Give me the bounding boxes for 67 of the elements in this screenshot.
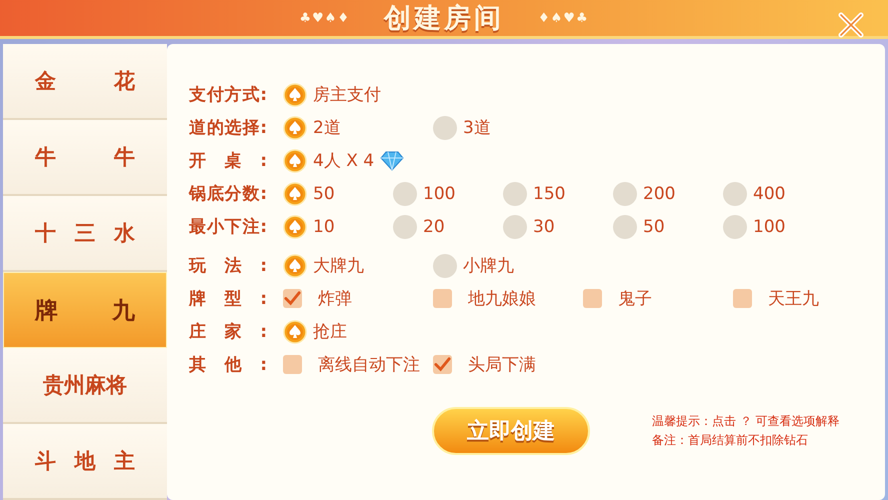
option-text: 10 [313, 216, 335, 236]
radio-button[interactable] [613, 182, 637, 206]
option-text: 头局下满 [468, 354, 536, 376]
suit-ornament: ♦♠♥♣ [538, 10, 589, 26]
option-text: 4人 X 4 [313, 150, 374, 172]
checkbox[interactable] [433, 355, 452, 374]
checkbox[interactable] [433, 289, 452, 308]
note-text: 备注：首局结算前不扣除钻石 [652, 432, 809, 449]
option-text: 400 [753, 184, 786, 204]
game-tab[interactable]: 十三水 [3, 196, 167, 272]
radio-button[interactable] [723, 214, 747, 238]
option-label: 支付方式: [189, 84, 267, 106]
checkbox[interactable] [283, 355, 302, 374]
option-text: 50 [643, 216, 665, 236]
spade-radio-icon[interactable] [283, 320, 307, 344]
spade-radio-icon[interactable] [283, 214, 307, 238]
checkbox[interactable] [583, 289, 602, 308]
option-label: 其他: [189, 354, 267, 376]
option-text: 100 [753, 216, 786, 236]
option-text: 2道 [313, 117, 341, 139]
game-tab[interactable]: 牛牛 [3, 120, 167, 196]
game-tab[interactable]: 斗地主 [3, 424, 167, 500]
option-text: 离线自动下注 [318, 354, 420, 376]
radio-button[interactable] [433, 254, 457, 278]
option-text: 天王九 [768, 288, 819, 310]
option-text: 大牌九 [313, 255, 364, 277]
option-text: 30 [533, 216, 555, 236]
option-text: 150 [533, 184, 566, 204]
option-text: 3道 [463, 117, 491, 139]
option-label: 开桌: [189, 150, 267, 172]
option-text: 鬼子 [618, 288, 652, 310]
option-label: 道的选择: [189, 117, 267, 139]
radio-button[interactable] [613, 214, 637, 238]
close-icon[interactable] [836, 10, 866, 40]
spade-radio-icon[interactable] [283, 148, 307, 172]
radio-button[interactable] [433, 116, 457, 140]
spade-radio-icon[interactable] [283, 182, 307, 206]
option-text: 房主支付 [313, 84, 381, 106]
option-text: 炸弹 [318, 288, 352, 310]
radio-button[interactable] [393, 214, 417, 238]
game-tab[interactable]: 牌九 [3, 272, 167, 348]
option-text: 抢庄 [313, 321, 347, 343]
radio-button[interactable] [503, 182, 527, 206]
option-label: 庄家: [189, 321, 267, 343]
spade-radio-icon[interactable] [283, 254, 307, 278]
option-label: 牌型: [189, 288, 267, 310]
option-label: 锅底分数: [189, 183, 267, 205]
option-text: 50 [313, 184, 335, 204]
game-tab[interactable]: 贵州麻将 [3, 348, 167, 424]
option-label: 玩法: [189, 255, 267, 277]
option-text: 小牌九 [463, 255, 514, 277]
spade-radio-icon[interactable] [283, 82, 307, 106]
option-label: 最小下注: [189, 216, 267, 238]
radio-button[interactable] [503, 214, 527, 238]
window-title: 创建房间 [384, 2, 504, 36]
radio-button[interactable] [393, 182, 417, 206]
option-text: 100 [423, 184, 456, 204]
note-text: 温馨提示：点击 ？ 可查看选项解释 [652, 413, 840, 430]
suit-ornament: ♣♥♠♦ [299, 10, 350, 26]
option-text: 地九娘娘 [468, 288, 536, 310]
spade-radio-icon[interactable] [283, 116, 307, 140]
option-text: 200 [643, 184, 676, 204]
radio-button[interactable] [723, 182, 747, 206]
game-tab[interactable]: 金花 [3, 44, 167, 120]
checkbox[interactable] [733, 289, 752, 308]
option-text: 20 [423, 216, 445, 236]
checkbox[interactable] [283, 289, 302, 308]
